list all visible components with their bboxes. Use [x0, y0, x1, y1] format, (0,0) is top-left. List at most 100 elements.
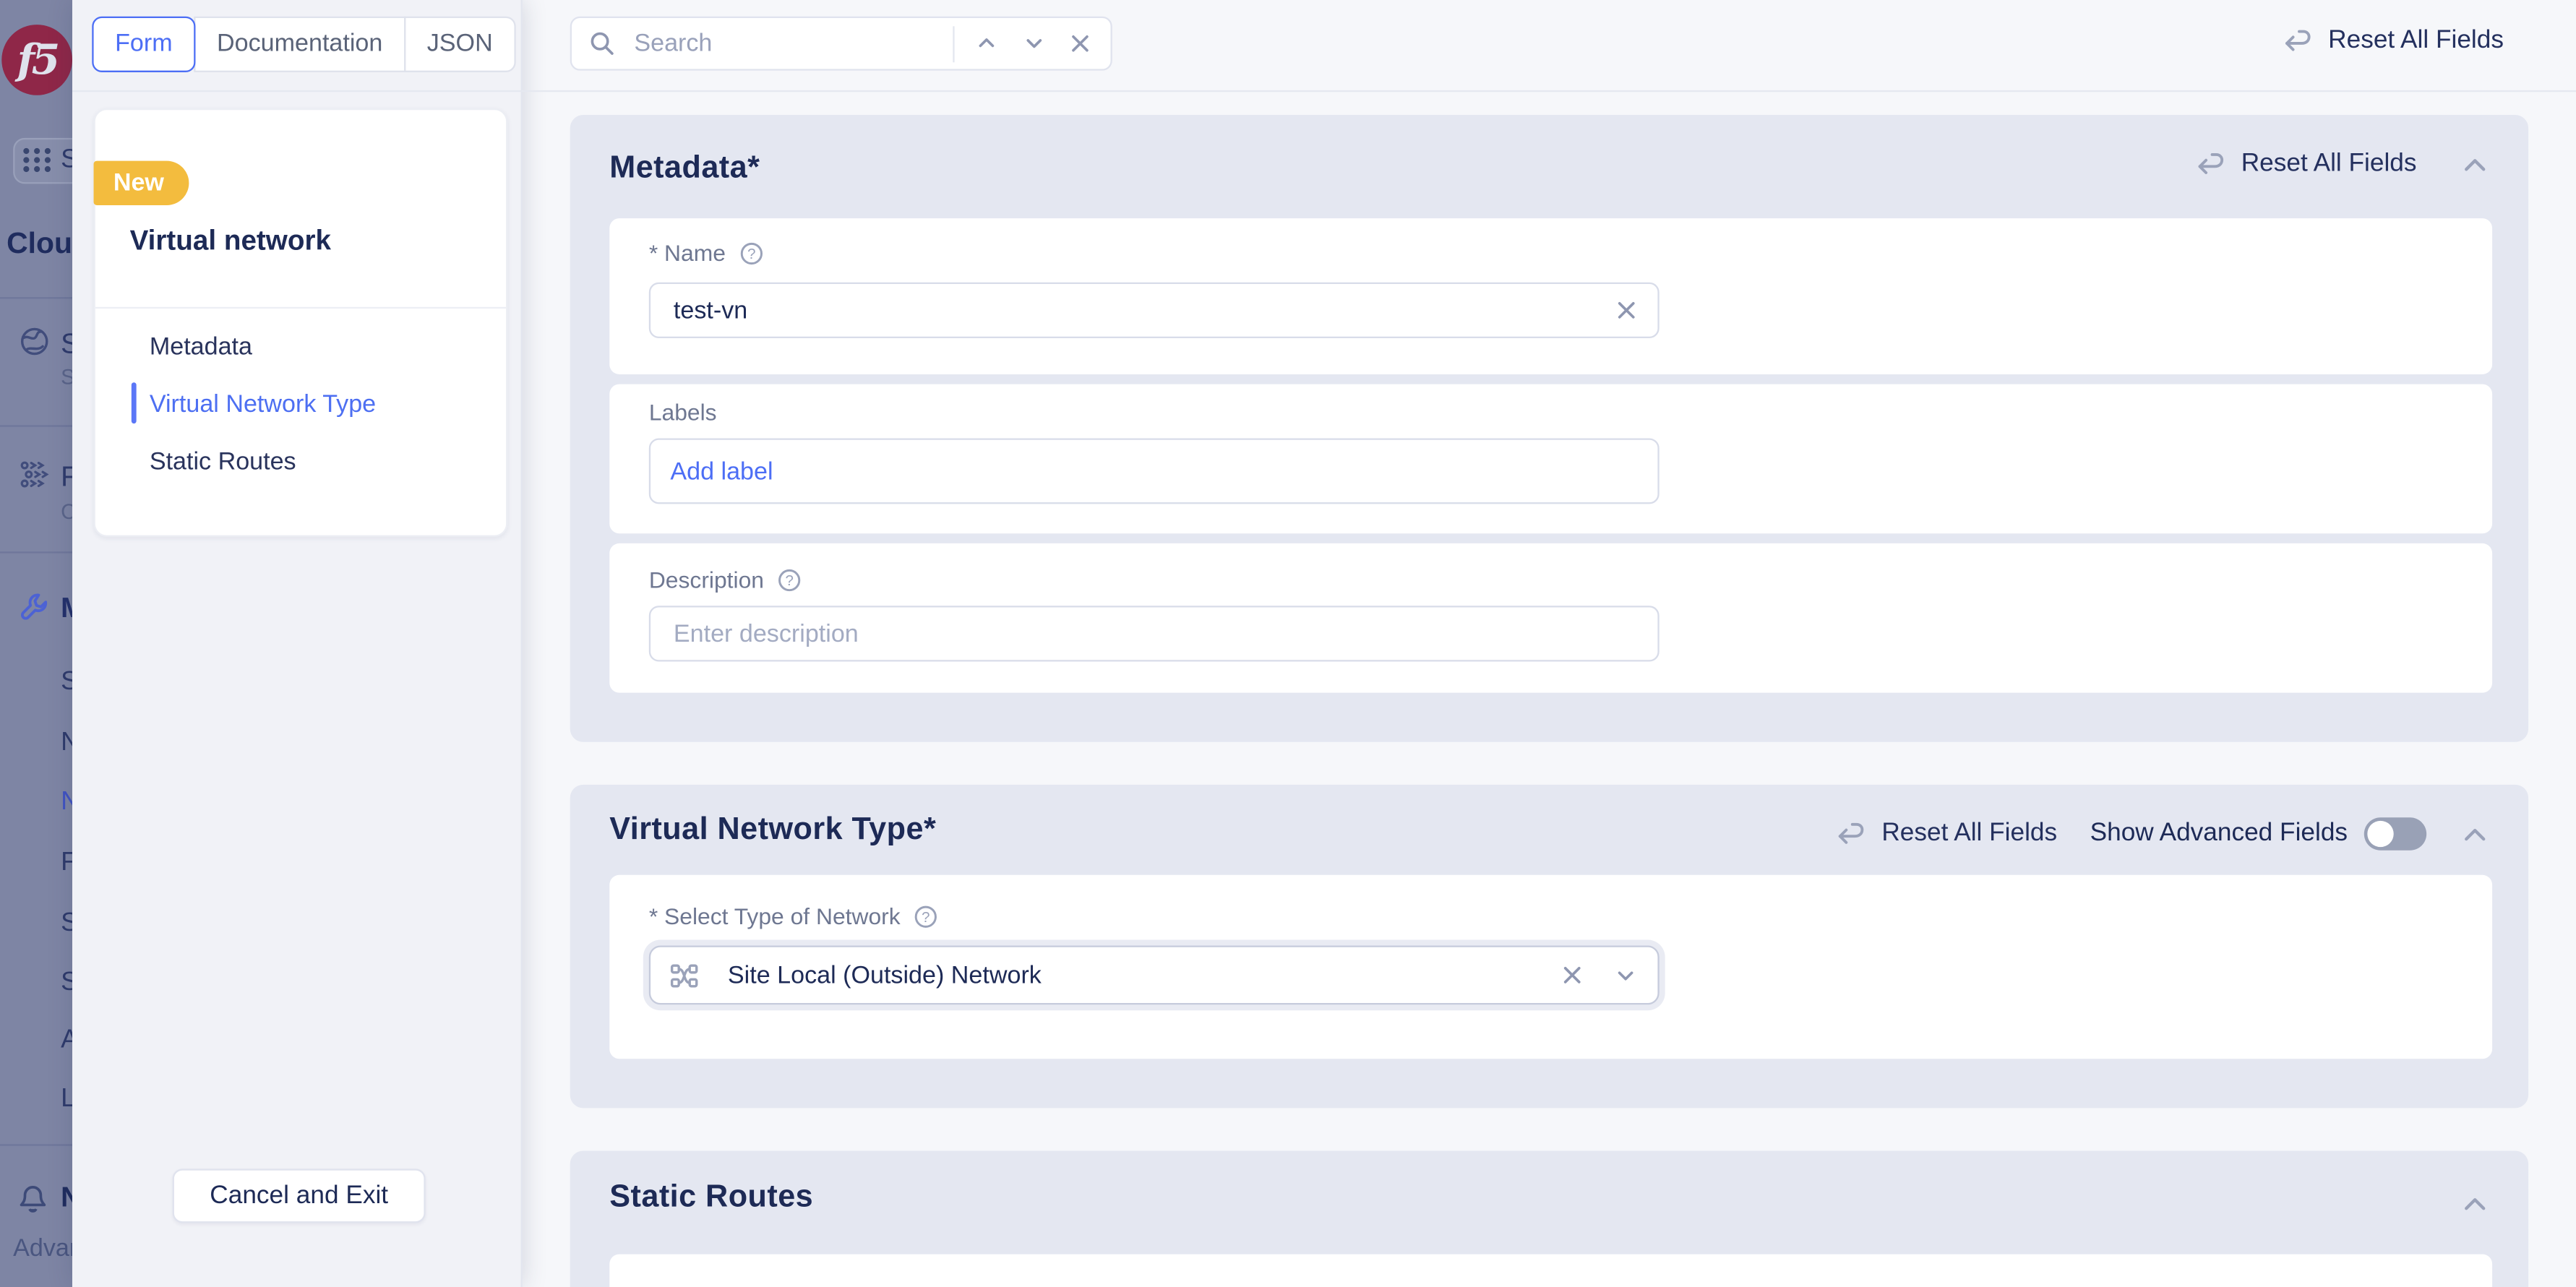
description-input[interactable]	[670, 618, 1638, 649]
collapse-chevron-icon[interactable]	[2460, 1188, 2491, 1219]
description-input-wrap	[649, 606, 1660, 661]
show-advanced-fields-label: Show Advanced Fields	[2090, 819, 2348, 849]
f5-logo: f5	[1, 25, 72, 95]
bell-icon	[13, 1177, 53, 1217]
labels-label: Labels	[649, 399, 717, 425]
static-routes-card	[609, 1254, 2492, 1287]
drawer-title: Virtual network	[130, 225, 331, 257]
drawer-nav-static-routes[interactable]: Static Routes	[150, 448, 296, 476]
reset-label: Reset All Fields	[2241, 150, 2417, 179]
sidebar-menu-letter[interactable]: S	[61, 668, 72, 698]
description-field-label-row: Description ?	[649, 567, 802, 593]
tab-form[interactable]: Form	[92, 17, 195, 72]
drawer-nav-virtual-network-type[interactable]: Virtual Network Type	[150, 391, 376, 419]
select-chevron-down-icon[interactable]	[1613, 963, 1638, 987]
section-title-static-routes: Static Routes	[609, 1180, 813, 1216]
sidebar-footer-letter[interactable]: N	[61, 1182, 72, 1215]
sidebar-menu-letter-active[interactable]: N	[61, 788, 72, 817]
app-root: f5 S Clou S S	[0, 0, 2576, 1287]
sidebar-item-letter[interactable]: S	[61, 328, 72, 361]
tab-json[interactable]: JSON	[404, 17, 516, 72]
sidebar-menu-letter[interactable]: L	[61, 1085, 72, 1115]
sidebar-menu-letter[interactable]: N	[61, 729, 72, 759]
sidebar-menu-letter[interactable]: S	[61, 910, 72, 939]
app-switcher-letter: S	[61, 146, 72, 176]
clear-name-icon[interactable]	[1615, 298, 1638, 322]
main-content: Reset All Fields Metadata* Reset All Fie…	[521, 0, 2576, 1287]
sidebar-heading-clipped: Clou	[7, 226, 72, 261]
form-search-bar	[570, 17, 1112, 71]
divider	[0, 425, 72, 426]
name-input[interactable]	[670, 295, 1615, 326]
section-virtual-network-type: Virtual Network Type* Reset All Fields S…	[570, 785, 2528, 1109]
svg-text:?: ?	[922, 908, 929, 925]
divider	[0, 551, 72, 553]
search-clear-icon[interactable]	[1070, 33, 1091, 54]
undo-icon	[1836, 819, 1867, 849]
active-nav-indicator	[132, 382, 137, 423]
sidebar-menu-letter[interactable]: S	[61, 968, 72, 998]
clear-select-icon[interactable]	[1560, 963, 1584, 986]
divider	[0, 297, 72, 298]
description-label: Description	[649, 567, 764, 593]
view-mode-tabs: Form Documentation JSON	[92, 17, 515, 72]
network-type-label: * Select Type of Network	[649, 903, 901, 929]
divider	[95, 307, 506, 309]
description-field-card: Description ?	[609, 543, 2492, 693]
labels-box: Add label	[649, 439, 1660, 504]
reset-all-fields-metadata[interactable]: Reset All Fields	[2195, 150, 2416, 179]
name-input-wrap	[649, 283, 1660, 338]
section-title-vnt: Virtual Network Type*	[609, 812, 936, 848]
undo-icon	[2283, 26, 2314, 56]
f5-logo-text: f5	[17, 36, 57, 84]
reset-label: Reset All Fields	[1881, 819, 2057, 849]
network-type-card: * Select Type of Network ? Site Local (O…	[609, 875, 2492, 1059]
header-divider	[72, 90, 2576, 92]
object-nav-card: New Virtual network Metadata Virtual Net…	[94, 108, 508, 537]
show-advanced-fields-control: Show Advanced Fields	[2090, 817, 2427, 850]
divider	[0, 1144, 72, 1145]
help-icon[interactable]: ?	[777, 567, 802, 592]
background-sidebar-dimmed: f5 S Clou S S	[0, 0, 72, 1287]
sidebar-item-letter[interactable]: F	[61, 461, 72, 494]
svg-text:?: ?	[747, 245, 755, 262]
collapse-chevron-icon[interactable]	[2460, 818, 2491, 849]
help-icon[interactable]: ?	[914, 904, 938, 929]
reset-all-fields-top[interactable]: Reset All Fields	[2283, 26, 2504, 56]
search-prev-icon[interactable]	[974, 31, 999, 56]
connector-icon	[18, 458, 53, 491]
sidebar-menu-letter[interactable]: A	[61, 1026, 72, 1056]
sidebar-menu-letter[interactable]: F	[61, 848, 72, 878]
apps-grid-icon	[22, 146, 53, 174]
cancel-and-exit-button[interactable]: Cancel and Exit	[173, 1168, 426, 1223]
network-type-value: Site Local (Outside) Network	[728, 961, 1545, 989]
topology-icon	[670, 961, 698, 989]
wrench-icon	[18, 591, 51, 624]
tab-documentation[interactable]: Documentation	[194, 17, 405, 72]
name-field-card: * Name ?	[609, 218, 2492, 374]
search-icon	[588, 30, 617, 58]
network-type-select[interactable]: Site Local (Outside) Network	[649, 945, 1660, 1004]
help-icon[interactable]: ?	[739, 241, 763, 265]
sidebar-item-sub-letter: S	[61, 364, 72, 389]
sidebar-item-letter-manage[interactable]: M	[61, 593, 72, 625]
advanced-fields-toggle[interactable]	[2364, 817, 2426, 850]
undo-icon	[2195, 150, 2226, 179]
reset-all-fields-vnt[interactable]: Reset All Fields	[1836, 819, 2057, 849]
section-title-metadata: Metadata*	[609, 151, 760, 187]
sidebar-footer-sub: Advan	[13, 1234, 72, 1262]
search-next-icon[interactable]	[1022, 31, 1047, 56]
name-label: * Name	[649, 240, 726, 266]
add-label-link[interactable]: Add label	[670, 457, 773, 486]
new-badge: New	[94, 161, 189, 205]
labels-field-card: Labels Add label	[609, 384, 2492, 534]
reset-all-fields-label: Reset All Fields	[2328, 26, 2504, 56]
drawer-nav-metadata[interactable]: Metadata	[150, 333, 252, 361]
svg-text:?: ?	[786, 572, 794, 588]
name-field-label-row: * Name ?	[649, 240, 763, 266]
collapse-chevron-icon[interactable]	[2460, 149, 2491, 180]
sidebar-item-sub-letter: C	[61, 499, 72, 524]
search-input[interactable]	[631, 28, 940, 59]
section-static-routes: Static Routes	[570, 1150, 2528, 1287]
globe-icon	[18, 325, 51, 358]
